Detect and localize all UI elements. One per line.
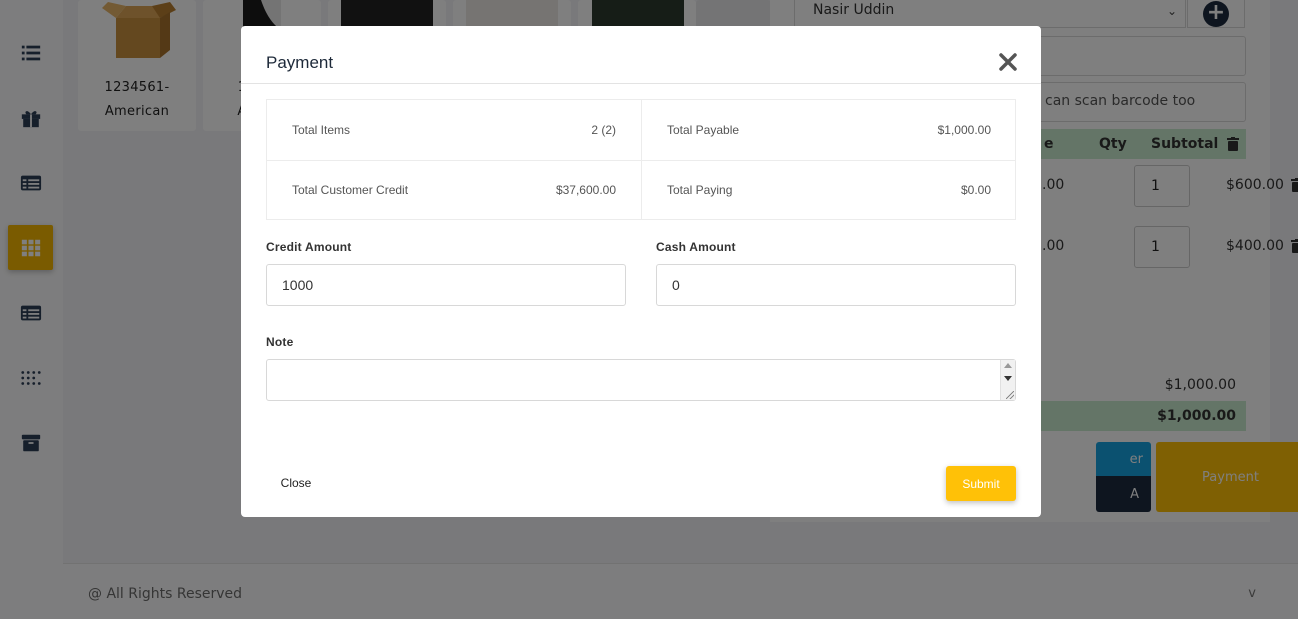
total-paying-cell: Total Paying $0.00 — [642, 160, 1016, 220]
customer-credit-cell: Total Customer Credit $37,600.00 — [267, 160, 641, 220]
note-textarea[interactable] — [266, 359, 1016, 401]
submit-button[interactable]: Submit — [946, 466, 1016, 501]
total-payable-value: $1,000.00 — [937, 123, 991, 137]
total-paying-label: Total Paying — [667, 183, 733, 197]
note-scrollbar[interactable] — [1000, 360, 1015, 400]
modal-title: Payment — [266, 53, 334, 72]
scroll-down-icon[interactable] — [1004, 376, 1012, 381]
total-payable-label: Total Payable — [667, 123, 740, 137]
note-label: Note — [266, 335, 294, 349]
scroll-up-icon[interactable] — [1004, 363, 1012, 368]
total-items-label: Total Items — [292, 123, 351, 137]
total-paying-value: $0.00 — [960, 183, 991, 197]
close-icon[interactable] — [998, 52, 1018, 72]
cash-amount-input[interactable] — [656, 264, 1016, 306]
credit-amount-input[interactable] — [266, 264, 626, 306]
modal-header-divider — [241, 83, 1041, 84]
total-items-value: 2 (2) — [591, 123, 616, 137]
total-payable-cell: Total Payable $1,000.00 — [642, 100, 1016, 160]
payment-modal: Payment Total Items 2 (2) Total Payable … — [241, 26, 1041, 517]
credit-amount-label: Credit Amount — [266, 240, 352, 254]
total-items-cell: Total Items 2 (2) — [267, 100, 641, 160]
resize-grip-icon[interactable] — [1006, 391, 1014, 399]
close-button[interactable]: Close — [266, 466, 326, 500]
customer-credit-value: $37,600.00 — [555, 183, 616, 197]
payment-summary-table: Total Items 2 (2) Total Payable $1,000.0… — [266, 99, 1016, 220]
cash-amount-label: Cash Amount — [656, 240, 736, 254]
customer-credit-label: Total Customer Credit — [292, 183, 409, 197]
